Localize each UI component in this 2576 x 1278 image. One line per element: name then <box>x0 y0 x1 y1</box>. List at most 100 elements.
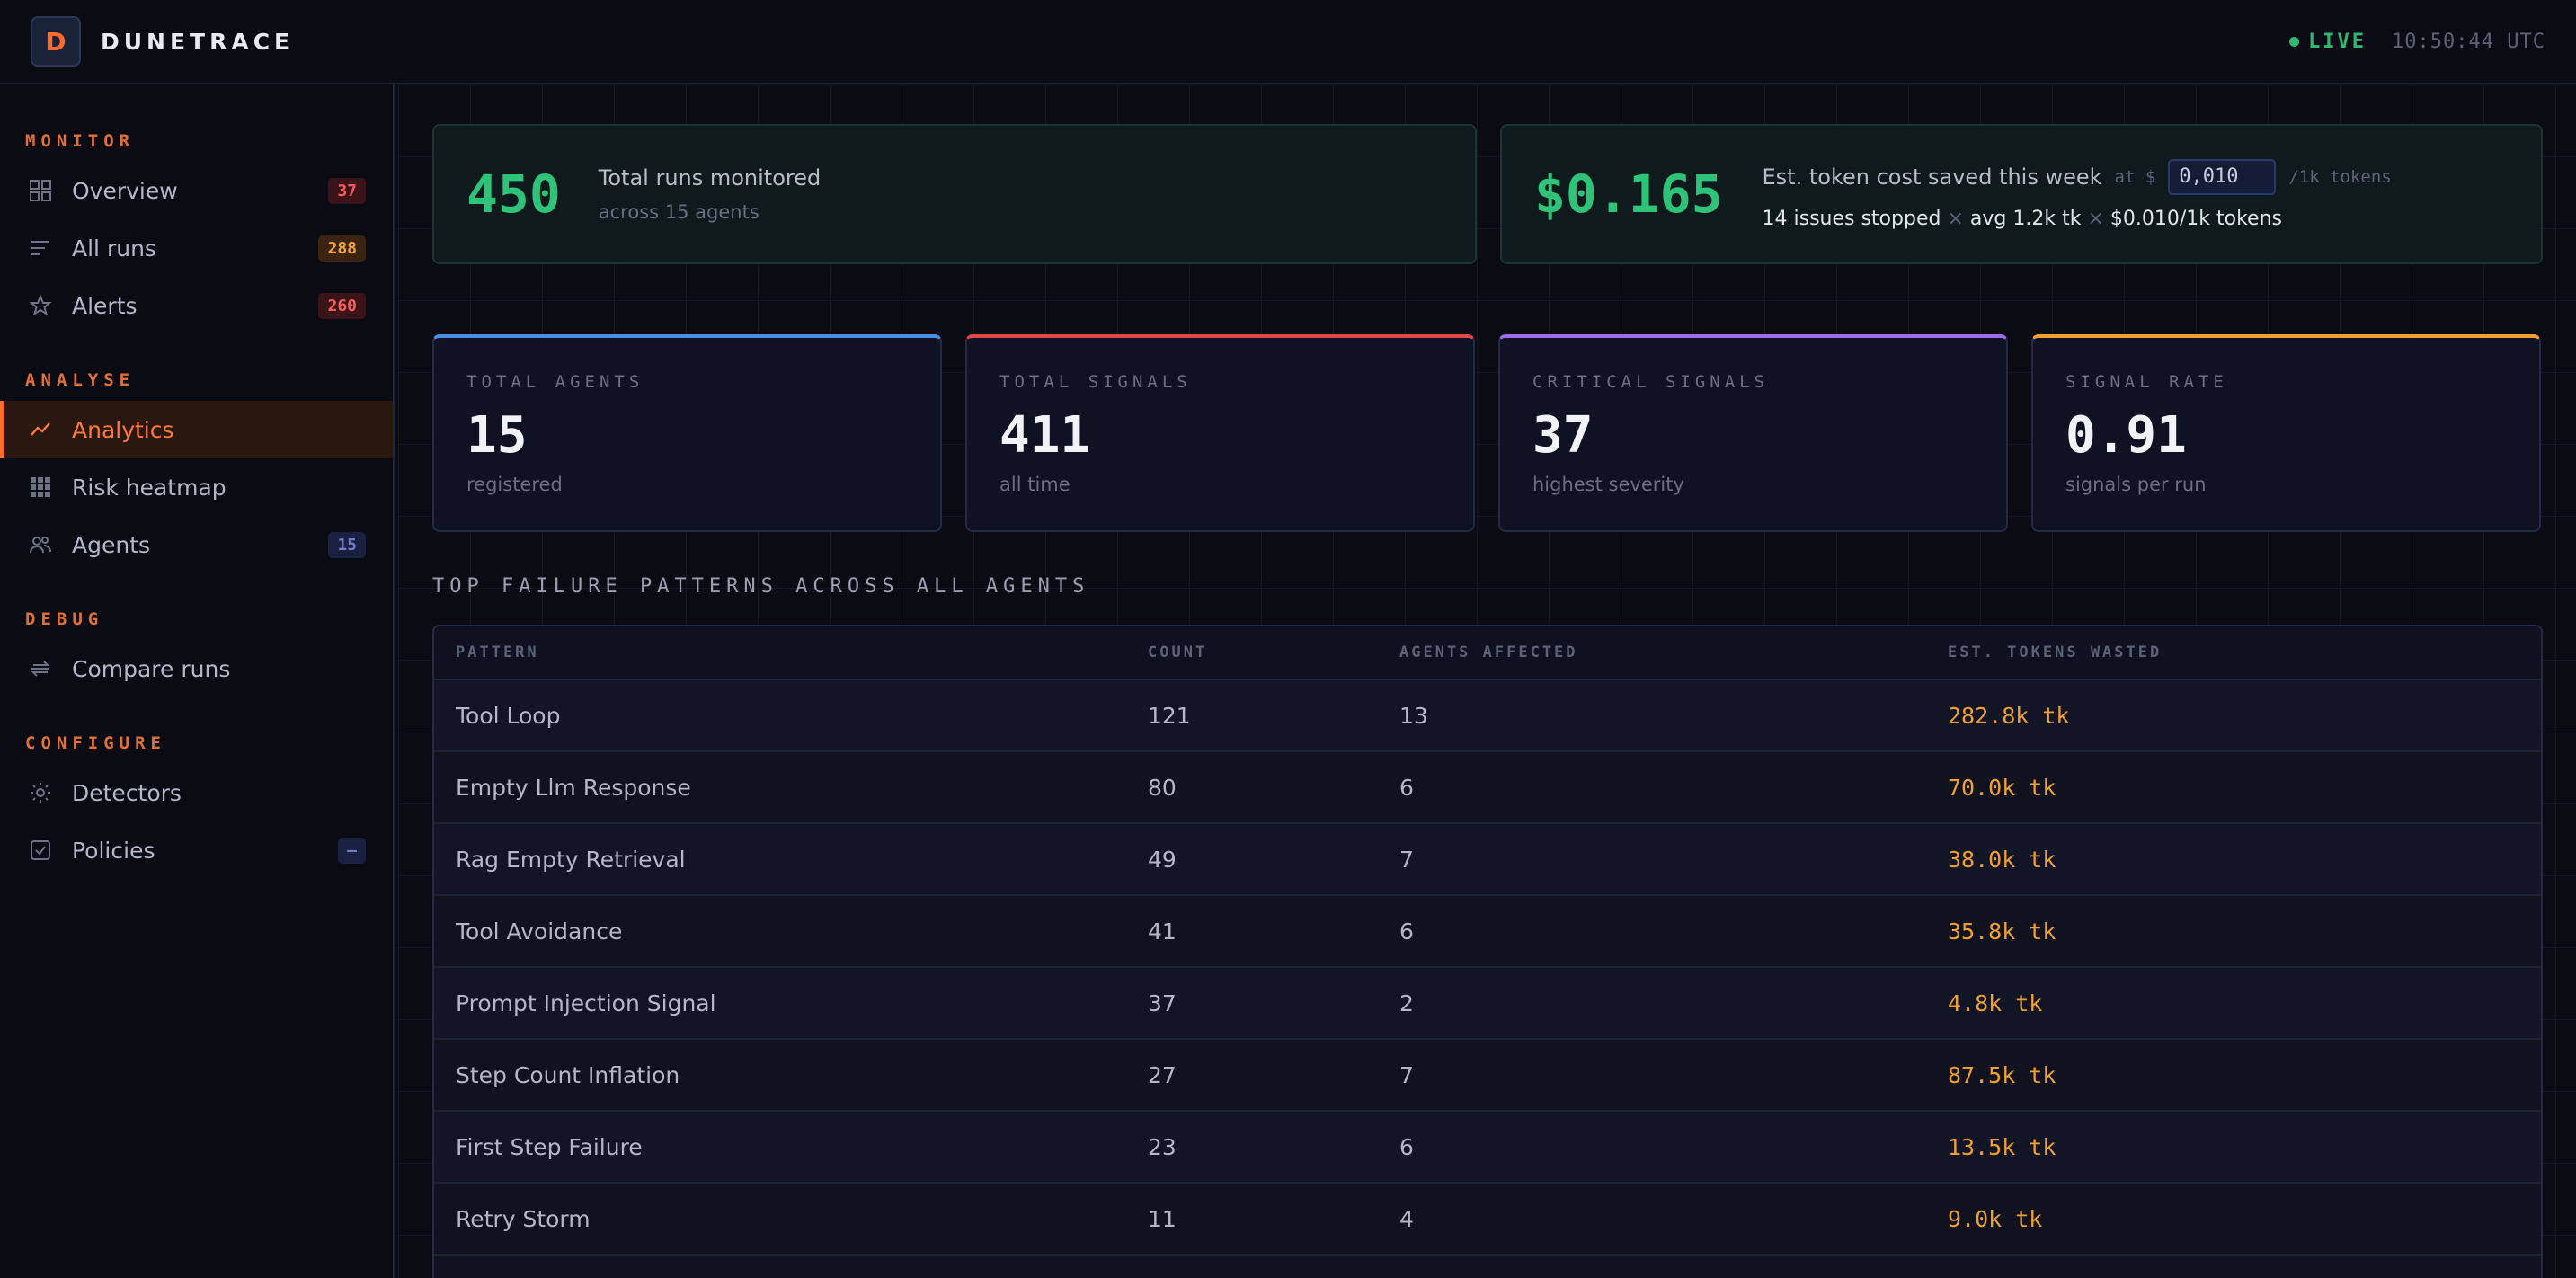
stat-value: 37 <box>1532 406 1594 465</box>
tokens-wasted: 4.8k tk <box>1948 990 2043 1016</box>
table-row[interactable]: Tool Loop 121 13 282.8k tk <box>434 680 2541 752</box>
col-count[interactable]: COUNT <box>1126 643 1378 661</box>
sidebar-item-label: Overview <box>72 177 178 204</box>
stat-card-total-agents: TOTAL AGENTS 15 registered <box>432 334 942 532</box>
runs-label: Total runs monitored <box>598 165 822 191</box>
pattern-name: Retry Storm <box>456 1205 591 1232</box>
brand-name: DUNETRACE <box>101 28 295 55</box>
logo-letter: D <box>45 26 67 57</box>
section-title-configure: CONFIGURE <box>25 733 166 753</box>
agents-affected: 4 <box>1399 1205 1414 1232</box>
top-header: D DUNETRACE LIVE 10:50:44 UTC <box>0 0 2576 84</box>
stat-label: CRITICAL SIGNALS <box>1532 372 1770 392</box>
sidebar-item-label: Detectors <box>72 779 182 806</box>
stat-card-signal-rate: SIGNAL RATE 0.91 signals per run <box>2031 334 2541 532</box>
table-row[interactable]: First Step Failure 23 6 13.5k tk <box>434 1112 2541 1184</box>
checkbox-icon <box>27 837 54 864</box>
avg-tokens: avg 1.2k tk <box>1969 207 2082 230</box>
agents-affected: 2 <box>1399 990 1414 1016</box>
rate-prefix: at $ <box>2114 166 2156 187</box>
pattern-name: Prompt Injection Signal <box>456 990 716 1016</box>
sidebar-item-label: Analytics <box>72 416 174 443</box>
stat-card-critical-signals: CRITICAL SIGNALS 37 highest severity <box>1498 334 2008 532</box>
stat-value: 411 <box>999 406 1091 465</box>
stat-card-total-signals: TOTAL SIGNALS 411 all time <box>965 334 1475 532</box>
pattern-count: 27 <box>1148 1061 1177 1088</box>
sidebar-item-compare-runs[interactable]: Compare runs <box>0 640 393 697</box>
section-title-analyse: ANALYSE <box>25 370 136 390</box>
table-row[interactable]: Prompt Injection Signal 37 2 4.8k tk <box>434 968 2541 1040</box>
failure-patterns-table: PATTERN COUNT AGENTS AFFECTED EST. TOKEN… <box>432 625 2543 1278</box>
times-sep: × <box>2087 207 2104 230</box>
tokens-wasted: 9.0k tk <box>1948 1205 2043 1232</box>
sidebar-item-analytics[interactable]: Analytics <box>0 401 393 458</box>
sidebar-item-label: Alerts <box>72 292 138 319</box>
list-icon <box>27 235 54 262</box>
runs-count: 450 <box>466 164 561 225</box>
sidebar-item-alerts[interactable]: Alerts 260 <box>0 277 393 334</box>
runs-sub: across 15 agents <box>598 201 759 223</box>
logo[interactable]: D <box>31 16 81 67</box>
pattern-count: 11 <box>1148 1205 1177 1232</box>
count-badge: 15 <box>328 531 366 558</box>
patterns-heading: TOP FAILURE PATTERNS ACROSS ALL AGENTS <box>432 575 1090 598</box>
pattern-name: Empty Llm Response <box>456 774 691 801</box>
compare-icon <box>27 655 54 682</box>
cost-summary-card: $0.165 Est. token cost saved this week a… <box>1500 124 2543 264</box>
pattern-count: 121 <box>1148 702 1191 729</box>
table-row[interactable]: Retry Storm 11 4 9.0k tk <box>434 1184 2541 1256</box>
section-title-monitor: MONITOR <box>25 131 136 151</box>
table-row[interactable]: Empty Llm Response 80 6 70.0k tk <box>434 752 2541 824</box>
stat-label: TOTAL AGENTS <box>466 372 644 392</box>
agents-affected: 6 <box>1399 1133 1414 1160</box>
stat-sub: signals per run <box>2065 474 2207 495</box>
stat-label: SIGNAL RATE <box>2065 372 2228 392</box>
sidebar-item-label: Policies <box>72 837 155 864</box>
tokens-wasted: 70.0k tk <box>1948 774 2056 801</box>
table-row[interactable]: Tool Avoidance 41 6 35.8k tk <box>434 896 2541 968</box>
count-badge: 288 <box>318 235 366 262</box>
table-row[interactable]: Rag Empty Retrieval 49 7 38.0k tk <box>434 824 2541 896</box>
pattern-name: Step Count Inflation <box>456 1061 680 1088</box>
stat-sub: registered <box>466 474 563 495</box>
stat-label: TOTAL SIGNALS <box>999 372 1192 392</box>
pattern-count: 80 <box>1148 774 1177 801</box>
trend-icon <box>27 416 54 443</box>
col-tokens-wasted[interactable]: EST. TOKENS WASTED <box>1926 643 2541 661</box>
sidebar-item-agents[interactable]: Agents 15 <box>0 516 393 573</box>
rate-text: $0.010/1k tokens <box>2110 207 2282 230</box>
pattern-name: First Step Failure <box>456 1133 643 1160</box>
live-indicator: LIVE <box>2289 31 2367 53</box>
table-header: PATTERN COUNT AGENTS AFFECTED EST. TOKEN… <box>434 626 2541 680</box>
issues-stopped: 14 issues stopped <box>1762 207 1941 230</box>
sidebar-item-label: Compare runs <box>72 655 231 682</box>
token-rate-input[interactable] <box>2168 158 2277 195</box>
col-pattern[interactable]: PATTERN <box>434 643 1126 661</box>
live-label: LIVE <box>2308 30 2367 53</box>
section-title-debug: DEBUG <box>25 609 104 629</box>
star-icon <box>27 292 54 319</box>
count-badge: — <box>338 837 366 864</box>
sidebar-item-policies[interactable]: Policies — <box>0 821 393 879</box>
count-badge: 37 <box>328 177 366 204</box>
stat-sub: all time <box>999 474 1070 495</box>
cost-label: Est. token cost saved this week <box>1762 164 2102 190</box>
sidebar-item-risk-heatmap[interactable]: Risk heatmap <box>0 458 393 516</box>
pattern-count: 49 <box>1148 846 1177 873</box>
sidebar-item-overview[interactable]: Overview 37 <box>0 162 393 219</box>
sidebar-item-all-runs[interactable]: All runs 288 <box>0 219 393 277</box>
count-badge: 260 <box>318 292 366 319</box>
cost-saved-value: $0.165 <box>1534 164 1723 225</box>
agents-affected: 7 <box>1399 1061 1414 1088</box>
stat-value: 15 <box>466 406 528 465</box>
heatmap-icon <box>27 474 54 501</box>
times-sep: × <box>1947 207 1964 230</box>
agents-affected: 6 <box>1399 774 1414 801</box>
pattern-count: 41 <box>1148 918 1177 945</box>
col-agents-affected[interactable]: AGENTS AFFECTED <box>1378 643 1926 661</box>
sidebar-item-label: All runs <box>72 235 156 262</box>
table-row[interactable]: Step Count Inflation 27 7 87.5k tk <box>434 1040 2541 1112</box>
pattern-count: 37 <box>1148 990 1177 1016</box>
sidebar-item-detectors[interactable]: Detectors <box>0 764 393 821</box>
agents-affected: 7 <box>1399 846 1414 873</box>
